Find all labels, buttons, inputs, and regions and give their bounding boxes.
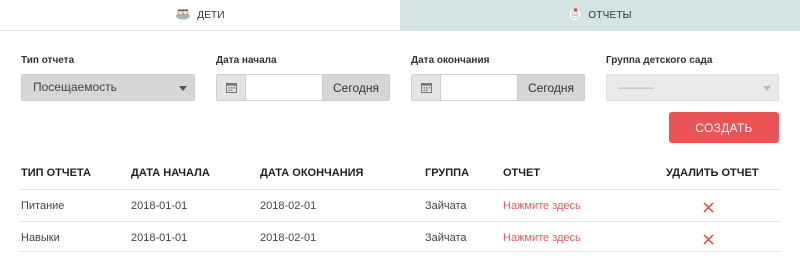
col-group: ГРУППА xyxy=(425,167,470,179)
cell-end-date: 2018-02-01 xyxy=(260,232,317,244)
cell-end-date: 2018-02-01 xyxy=(260,200,317,212)
end-date-input[interactable] xyxy=(441,75,517,100)
create-button[interactable]: СОЗДАТЬ xyxy=(669,112,779,143)
tab-kids-label: ДЕТИ xyxy=(197,9,225,21)
tab-bar: ДЕТИ ОТЧЕТЫ xyxy=(0,0,800,31)
report-type-select[interactable]: Посещаемость xyxy=(21,74,195,101)
cell-report-type: Питание xyxy=(21,200,65,212)
group-label: Группа детского сада xyxy=(606,55,713,66)
col-report-type: ТИП ОТЧЕТА xyxy=(21,167,91,179)
kids-icon xyxy=(175,8,191,23)
caret-down-icon xyxy=(763,86,771,91)
calendar-icon[interactable] xyxy=(412,75,441,100)
table-row: Навыки 2018-01-01 2018-02-01 Зайчата Наж… xyxy=(20,221,780,252)
delete-icon[interactable] xyxy=(703,232,714,250)
end-date-today-button[interactable]: Сегодня xyxy=(517,75,584,100)
report-icon xyxy=(568,7,582,24)
cell-group: Зайчата xyxy=(425,232,467,244)
report-type-value: Посещаемость xyxy=(33,80,117,94)
start-date-group: Сегодня xyxy=(216,74,390,101)
caret-down-icon xyxy=(179,86,187,91)
cell-group: Зайчата xyxy=(425,200,467,212)
col-report: ОТЧЕТ xyxy=(503,167,541,179)
start-date-today-button[interactable]: Сегодня xyxy=(322,75,389,100)
report-link[interactable]: Нажмите здесь xyxy=(503,232,581,244)
tab-reports-label: ОТЧЕТЫ xyxy=(588,10,632,21)
col-start-date: ДАТА НАЧАЛА xyxy=(131,167,210,179)
cell-start-date: 2018-01-01 xyxy=(131,200,188,212)
col-end-date: ДАТА ОКОНЧАНИЯ xyxy=(260,167,364,179)
report-link[interactable]: Нажмите здесь xyxy=(503,200,581,212)
start-date-label: Дата начала xyxy=(216,55,277,66)
tab-kids[interactable]: ДЕТИ xyxy=(0,0,400,31)
report-type-label: Тип отчета xyxy=(21,55,75,66)
group-value: ——— xyxy=(618,80,654,94)
tab-reports[interactable]: ОТЧЕТЫ xyxy=(400,0,800,31)
start-date-input[interactable] xyxy=(246,75,322,100)
table-header: ТИП ОТЧЕТА ДАТА НАЧАЛА ДАТА ОКОНЧАНИЯ ГР… xyxy=(0,164,800,182)
table-row: Питание 2018-01-01 2018-02-01 Зайчата На… xyxy=(20,189,780,220)
cell-start-date: 2018-01-01 xyxy=(131,232,188,244)
end-date-label: Дата окончания xyxy=(411,55,490,66)
col-delete: УДАЛИТЬ ОТЧЕТ xyxy=(666,167,759,179)
delete-icon[interactable] xyxy=(703,200,714,218)
group-select[interactable]: ——— xyxy=(606,74,779,101)
calendar-icon[interactable] xyxy=(217,75,246,100)
cell-report-type: Навыки xyxy=(21,232,60,244)
end-date-group: Сегодня xyxy=(411,74,585,101)
